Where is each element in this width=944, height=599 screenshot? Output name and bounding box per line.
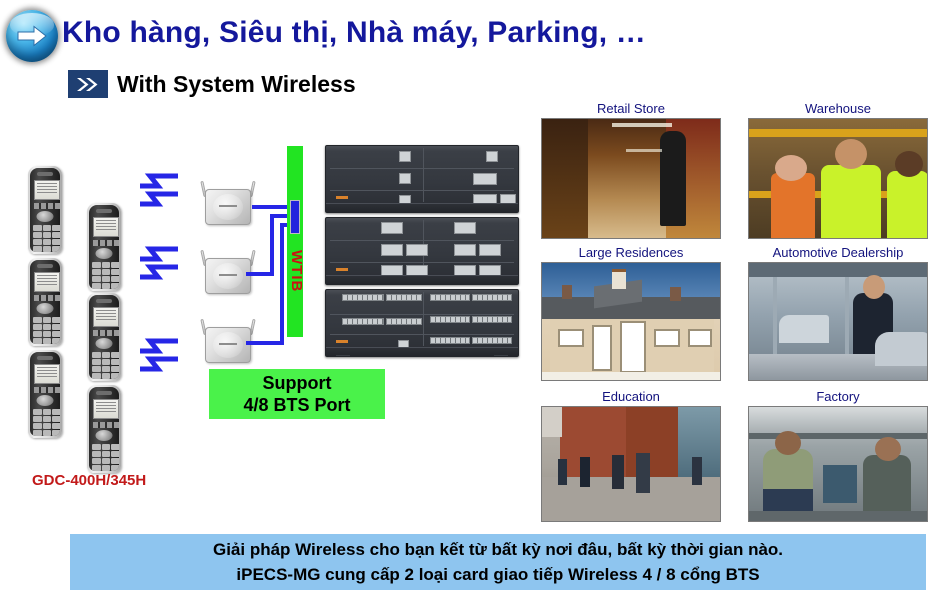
- rack-chassis-top: [325, 145, 519, 213]
- handset-1: [28, 166, 62, 254]
- blue-arrow-circle-icon: [6, 10, 58, 62]
- rack-chassis-bottom: [325, 289, 519, 357]
- photo-automotive-dealership: [748, 262, 928, 381]
- support-box-line1: Support: [262, 373, 332, 393]
- wireless-signal-icon-1: [138, 172, 180, 217]
- slide-canvas: Kho hàng, Siêu thị, Nhà máy, Parking, … …: [0, 0, 944, 599]
- banner-line-1: Giải pháp Wireless cho bạn kết từ bất kỳ…: [212, 540, 784, 559]
- wtib-label: WTIB: [288, 250, 305, 293]
- wtib-card: [287, 146, 303, 337]
- handset-5: [87, 293, 121, 381]
- photo-caption-large-residences: Large Residences: [578, 245, 684, 260]
- rack-chassis-middle: [325, 217, 519, 285]
- support-box-line2: 4/8 BTS Port: [243, 395, 351, 415]
- wireless-signal-icon-2: [138, 245, 180, 290]
- support-bts-port-box: Support 4/8 BTS Port: [209, 369, 385, 419]
- photo-caption-warehouse: Warehouse: [805, 101, 871, 116]
- handset-3: [28, 350, 62, 438]
- link-line-ap3-h1: [246, 341, 284, 345]
- gdc-model-label: GDC-400H/345H: [32, 472, 147, 489]
- access-point-1: [200, 180, 256, 225]
- ipecs-mg-equipment-rack: [325, 145, 519, 357]
- photo-large-residences: [541, 262, 721, 381]
- photo-factory: [748, 406, 928, 522]
- photo-retail-store: [541, 118, 721, 239]
- wtib-connector: [290, 200, 300, 234]
- photo-caption-education: Education: [602, 389, 660, 404]
- photo-warehouse: [748, 118, 928, 239]
- wireless-signal-icon-3: [138, 337, 180, 382]
- photo-education: [541, 406, 721, 522]
- bottom-banner: Giải pháp Wireless cho bạn kết từ bất kỳ…: [70, 534, 926, 590]
- link-line-ap3-v: [280, 223, 284, 345]
- photo-caption-retail-store: Retail Store: [597, 101, 665, 116]
- link-line-ap2-v: [270, 214, 274, 276]
- handset-6: [87, 385, 121, 473]
- section-subtitle: With System Wireless: [117, 71, 356, 97]
- page-title: Kho hàng, Siêu thị, Nhà máy, Parking, …: [62, 16, 646, 49]
- handset-4: [87, 203, 121, 291]
- photo-caption-factory: Factory: [816, 389, 860, 404]
- double-chevron-right-icon: [68, 70, 108, 98]
- handset-2: [28, 258, 62, 346]
- banner-line-2: iPECS-MG cung cấp 2 loại card giao tiếp …: [236, 565, 760, 584]
- photo-caption-automotive-dealership: Automotive Dealership: [772, 245, 904, 260]
